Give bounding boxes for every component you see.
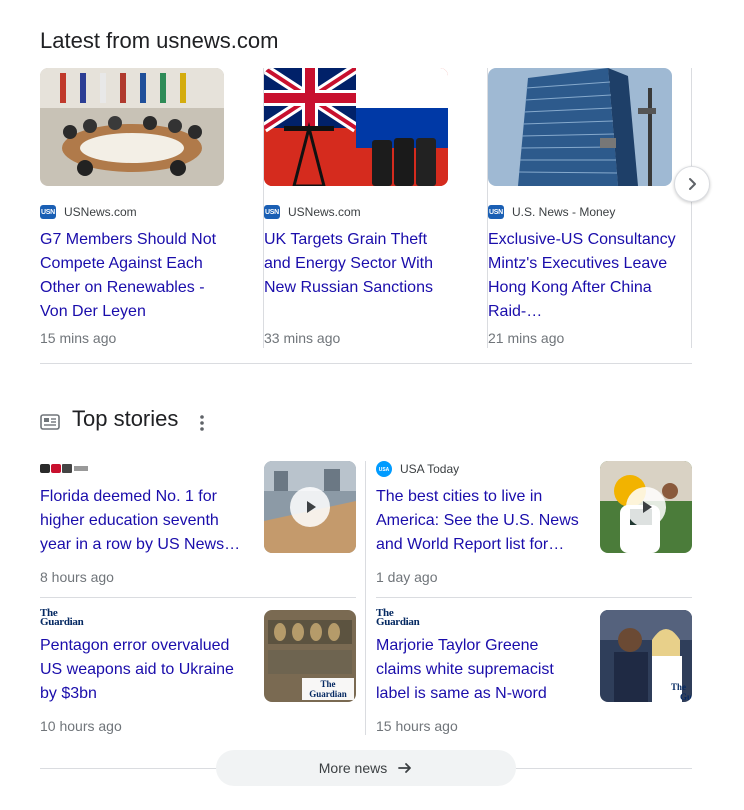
play-icon [626, 487, 666, 527]
news-timestamp: 21 mins ago [488, 330, 565, 346]
office-tower-image[interactable] [488, 68, 672, 186]
arrow-right-icon [398, 763, 412, 773]
news-source: USN USNews.com [40, 204, 137, 220]
newspaper-icon [40, 414, 60, 430]
usnews-favicon-icon: USN [264, 205, 280, 219]
source-name: USNews.com [288, 205, 361, 219]
story-item[interactable]: Florida deemed No. 1 for higher educatio… [40, 461, 356, 601]
news-headline-link[interactable]: G7 Members Should Not Compete Against Ea… [40, 228, 230, 324]
story-headline-link[interactable]: Florida deemed No. 1 for higher educatio… [40, 485, 244, 557]
more-news-label: More news [318, 760, 388, 776]
divider [376, 597, 692, 598]
news-timestamp: 33 mins ago [264, 330, 341, 346]
story-timestamp: 10 hours ago [40, 718, 122, 734]
svg-text:The: The [671, 682, 686, 692]
more-vert-icon[interactable] [194, 414, 210, 432]
latest-news-carousel: USN USNews.com G7 Members Should Not Com… [40, 68, 692, 348]
story-source: USA USA Today [376, 461, 459, 477]
oil-barrels-image[interactable] [264, 68, 448, 186]
usnews-favicon-icon: USN [40, 205, 56, 219]
latest-section-title: Latest from usnews.com [40, 28, 279, 53]
source-name: USA Today [400, 462, 460, 476]
wtsp-logo [40, 461, 90, 477]
news-timestamp: 15 mins ago [40, 330, 117, 346]
story-headline-link[interactable]: The best cities to live in America: See … [376, 485, 580, 557]
guardian-logo-line2: Guardian [376, 616, 420, 628]
svg-text:USA: USA [379, 467, 390, 473]
guardian-logo: The Guardian [40, 608, 84, 628]
source-name: U.S. News - Money [512, 205, 616, 219]
svg-text:The: The [320, 679, 335, 689]
top-stories-title: Top stories [72, 406, 179, 431]
classroom-desk-image[interactable] [264, 461, 356, 553]
news-source: USN USNews.com [264, 204, 361, 220]
chevron-right-icon [689, 178, 696, 190]
column-divider [365, 461, 366, 735]
guardian-logo: The Guardian [376, 608, 420, 628]
football-player-image[interactable] [600, 461, 692, 553]
svg-text:Gu: Gu [680, 692, 692, 702]
divider [40, 597, 356, 598]
news-card[interactable]: USN USNews.com UK Targets Grain Theft an… [264, 68, 488, 348]
story-timestamp: 15 hours ago [376, 718, 458, 734]
carousel-next-button[interactable] [674, 166, 710, 202]
story-timestamp: 8 hours ago [40, 569, 114, 585]
weapons-crates-image[interactable]: The Guardian [264, 610, 356, 702]
wtsp-logo-icon [40, 464, 88, 473]
news-headline-link[interactable]: Exclusive-US Consultancy Mintz's Executi… [488, 228, 678, 324]
news-headline-link[interactable]: UK Targets Grain Theft and Energy Sector… [264, 228, 454, 300]
usa-today-favicon-icon: USA [376, 461, 392, 477]
story-item[interactable]: The Guardian Pentagon error overvalued U… [40, 608, 356, 750]
story-headline-link[interactable]: Marjorie Taylor Greene claims white supr… [376, 634, 580, 706]
divider [40, 363, 692, 364]
g7-meeting-image[interactable] [40, 68, 224, 186]
news-card[interactable]: USN USNews.com G7 Members Should Not Com… [40, 68, 264, 348]
usnews-favicon-icon: USN [488, 205, 504, 219]
story-item[interactable]: The Guardian Marjorie Taylor Greene clai… [376, 608, 692, 750]
source-name: USNews.com [64, 205, 137, 219]
svg-text:Guardian: Guardian [309, 689, 347, 699]
play-icon [290, 487, 330, 527]
story-item[interactable]: USA USA Today The best cities to live in… [376, 461, 692, 601]
more-news-button[interactable]: More news [216, 750, 516, 786]
guardian-logo-line2: Guardian [40, 616, 84, 628]
news-card[interactable] [691, 68, 692, 348]
news-card[interactable]: USN U.S. News - Money Exclusive-US Consu… [488, 68, 692, 348]
politician-photo-image[interactable]: The Gu [600, 610, 692, 702]
story-headline-link[interactable]: Pentagon error overvalued US weapons aid… [40, 634, 244, 706]
story-timestamp: 1 day ago [376, 569, 438, 585]
news-source: USN U.S. News - Money [488, 204, 615, 220]
